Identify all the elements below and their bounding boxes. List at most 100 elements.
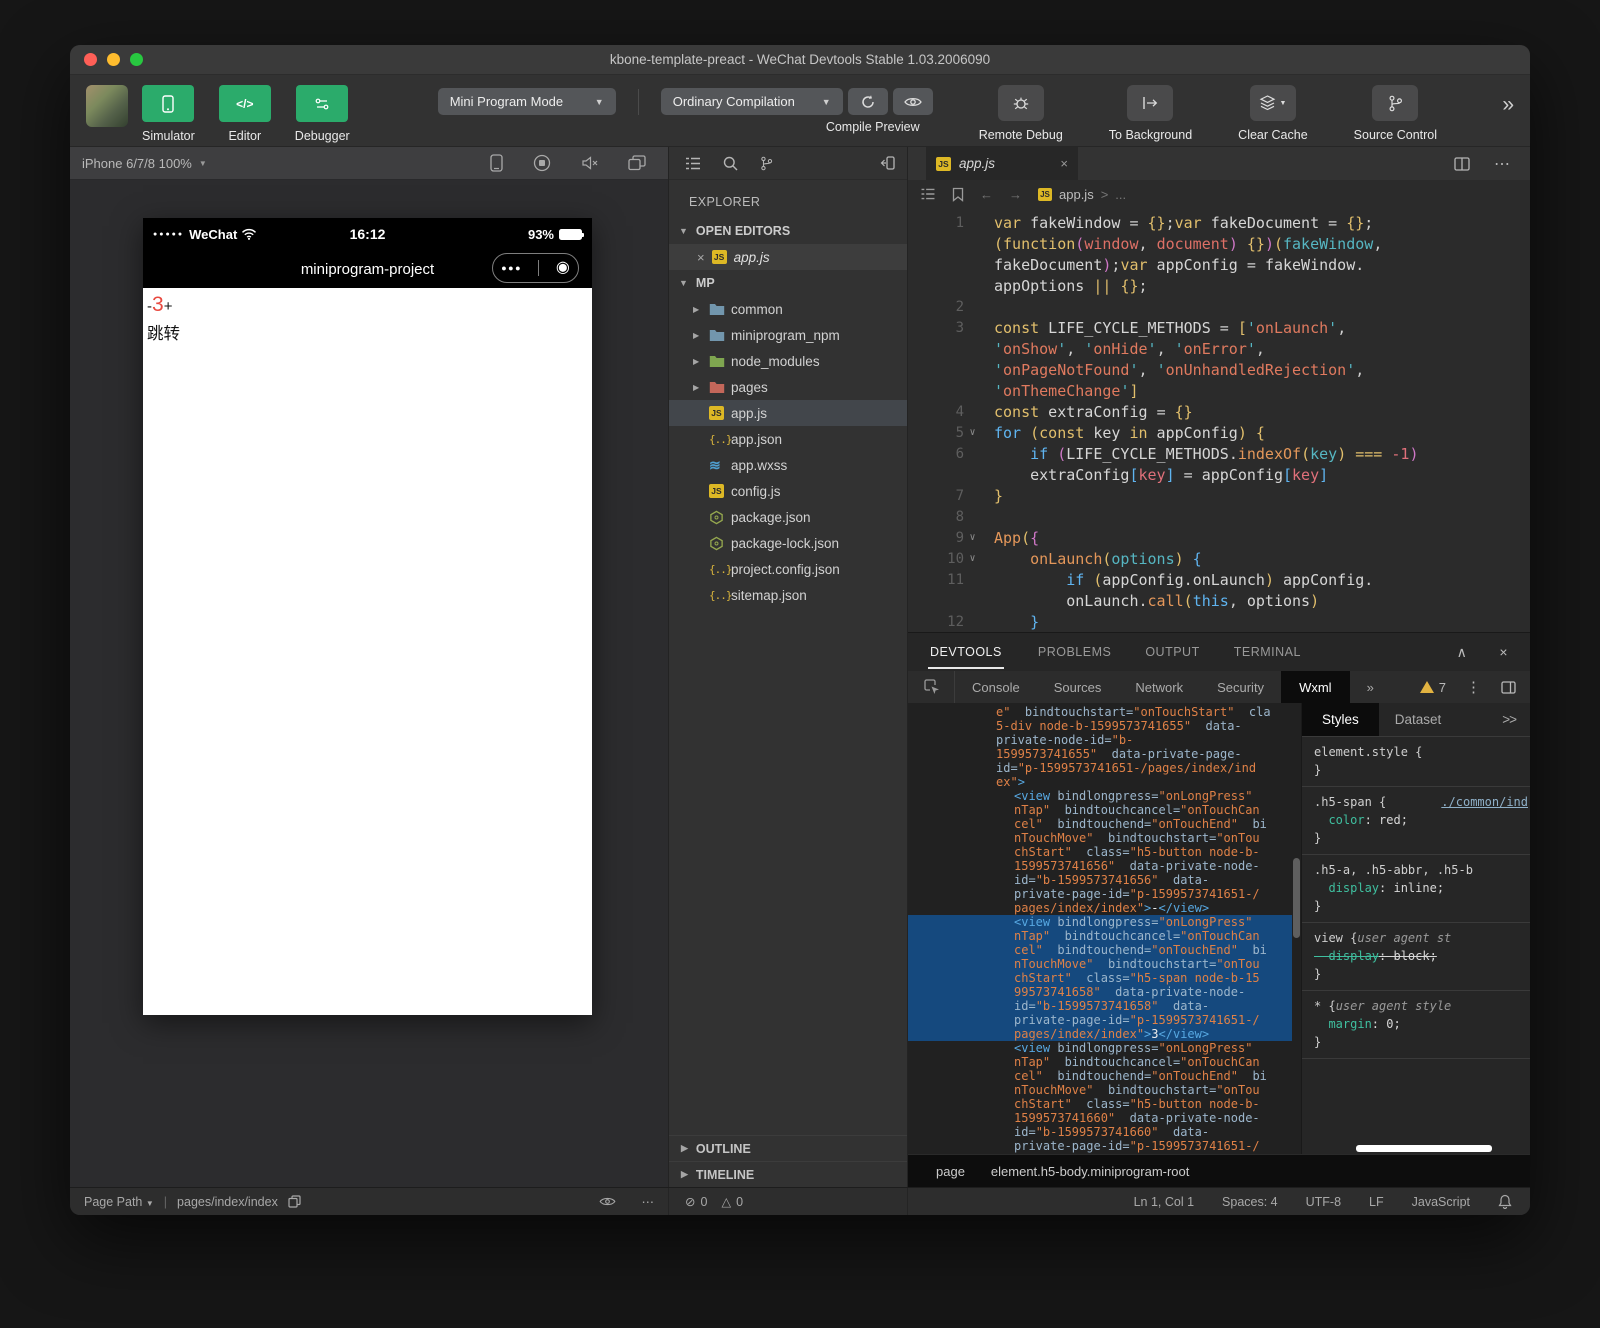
subtab-network[interactable]: Network [1118,671,1200,703]
code-row[interactable]: 'onPageNotFound', 'onUnhandledRejection'… [908,359,1530,380]
wxml-node-line[interactable]: cel" bindtouchend="onTouchEnd" bi [908,943,1292,957]
code-row[interactable]: 7} [908,485,1530,506]
split-editor-icon[interactable] [1454,157,1470,171]
breadcrumb-file[interactable]: JS app.js > ... [1038,187,1126,202]
code-editor[interactable]: 1var fakeWindow = {};var fakeDocument = … [908,208,1530,632]
user-avatar[interactable] [86,85,128,127]
code-row[interactable]: 6 if (LIFE_CYCLE_METHODS.indexOf(key) ==… [908,443,1530,464]
style-rule-line[interactable]: } [1302,829,1530,847]
wxml-node-line[interactable]: chStart" class="h5-span node-b-15 [908,971,1292,985]
code-row[interactable]: 11 if (appConfig.onLaunch) appConfig. [908,569,1530,590]
debugger-button[interactable] [296,85,348,122]
code-row[interactable]: 1var fakeWindow = {};var fakeDocument = … [908,212,1530,233]
eol-setting[interactable]: LF [1369,1195,1384,1209]
wxml-node-line[interactable]: private-page-id="p-1599573741651-/ [908,1139,1292,1153]
multi-window-icon[interactable] [628,155,646,171]
close-miniprogram-button[interactable]: ◉ [556,260,570,276]
style-rule-line[interactable]: * {user agent style [1302,997,1530,1015]
wxml-node-line[interactable]: 99573741658" data-private-node- [908,985,1292,999]
tab-output[interactable]: OUTPUT [1145,645,1199,659]
breadcrumb-page[interactable]: page [936,1164,965,1179]
copy-path-icon[interactable] [288,1195,301,1208]
compile-button[interactable] [848,88,888,115]
close-panel-icon[interactable]: × [1499,644,1508,661]
more-actions-icon[interactable]: ⋯ [1494,154,1510,174]
tab-devtools[interactable]: DEVTOOLS [928,635,1004,669]
wxml-node-line[interactable]: private-page-id="p-1599573741651-/ [908,1013,1292,1027]
mute-icon[interactable] [581,155,598,171]
to-background-group[interactable]: To Background [1109,85,1192,142]
simulator-toggle[interactable]: Simulator [142,85,195,143]
open-editors-header[interactable]: ▼ OPEN EDITORS [669,218,907,244]
clear-cache-button[interactable]: ▼ [1250,85,1296,121]
collapse-panel-icon[interactable]: ∧ [1457,644,1468,661]
style-rule-line[interactable]: display: inline; [1302,879,1530,897]
wxml-node-line[interactable]: cel" bindtouchend="onTouchEnd" bi [908,1069,1292,1083]
wxml-node-line[interactable]: nTap" bindtouchcancel="onTouchCan [908,929,1292,943]
bookmark-icon[interactable] [952,187,964,202]
code-row[interactable]: 4const extraConfig = {} [908,401,1530,422]
plus-button[interactable]: + [164,298,173,315]
toolbar-overflow-button[interactable]: » [1502,93,1514,117]
tab-styles[interactable]: Styles [1302,703,1379,736]
more-actions-icon[interactable]: ⋯ [642,1194,655,1209]
code-row[interactable]: (function(window, document) {})(fakeWind… [908,233,1530,254]
tree-item-config.js[interactable]: JSconfig.js [669,478,907,504]
tree-item-app.json[interactable]: {..}app.json [669,426,907,452]
bell-icon[interactable] [1498,1194,1512,1209]
search-icon[interactable] [723,156,738,171]
timeline-section[interactable]: ▶ TIMELINE [669,1161,907,1187]
editor-button[interactable]: </> [219,85,271,122]
tree-item-node_modules[interactable]: ▶node_modules [669,348,907,374]
code-row[interactable]: 2 [908,296,1530,317]
breadcrumb-element[interactable]: element.h5-body.miniprogram-root [991,1164,1189,1179]
wxml-node-line[interactable]: <view bindlongpress="onLongPress" [908,915,1292,929]
style-rule-line[interactable]: margin: 0; [1302,1015,1530,1033]
dock-side-icon[interactable] [1501,681,1516,694]
debugger-toggle[interactable]: Debugger [295,85,350,143]
tree-item-app.js[interactable]: JSapp.js [669,400,907,426]
style-rule-line[interactable]: } [1302,965,1530,983]
outline-list-icon[interactable] [685,157,701,170]
style-rule-line[interactable]: } [1302,1033,1530,1051]
code-row[interactable]: 12 } [908,611,1530,632]
wxml-node-line[interactable]: nTouchMove" bindtouchstart="onTou [908,831,1292,845]
statusbar-problems-section[interactable]: ⊘0 △0 [668,1188,908,1215]
compilation-dropdown[interactable]: Ordinary Compilation ▼ [661,88,843,115]
eye-icon[interactable] [599,1196,616,1207]
open-editor-item-appjs[interactable]: × JS app.js [669,244,907,270]
code-row[interactable]: appOptions || {}; [908,275,1530,296]
subtab-security[interactable]: Security [1200,671,1281,703]
tab-appjs[interactable]: JS app.js × [926,147,1078,180]
subtab-sources[interactable]: Sources [1037,671,1119,703]
style-rule-line[interactable]: view {user agent st [1302,929,1530,947]
outline-list-icon[interactable] [920,188,936,200]
wxml-node-line[interactable]: private-node-id="b- [908,733,1292,747]
tree-item-sitemap.json[interactable]: {..}sitemap.json [669,582,907,608]
tab-dataset[interactable]: Dataset [1379,703,1458,736]
code-row[interactable]: 10∨ onLaunch(options) { [908,548,1530,569]
subtab-overflow-icon[interactable]: » [1350,671,1391,703]
nav-forward-icon[interactable]: → [1009,187,1022,202]
close-editor-icon[interactable]: × [697,250,705,265]
language-mode[interactable]: JavaScript [1412,1195,1470,1209]
wxml-node-line[interactable]: nTap" bindtouchcancel="onTouchCan [908,1055,1292,1069]
tab-problems[interactable]: PROBLEMS [1038,645,1111,659]
wxml-node-line[interactable]: 5-div node-b-1599573741655" data- [908,719,1292,733]
wxml-node-line[interactable]: pages/index/index">3</view> [908,1027,1292,1041]
warning-badge[interactable]: 7 [1420,680,1446,695]
subtab-console[interactable]: Console [955,671,1037,703]
style-rule-line[interactable]: .h5-span {./common/ind [1302,793,1530,811]
style-rule-line[interactable]: .h5-a, .h5-abbr, .h5-b [1302,861,1530,879]
scrollbar-thumb[interactable] [1293,858,1300,938]
rotate-device-icon[interactable] [490,154,503,172]
tree-item-miniprogram_npm[interactable]: ▶miniprogram_npm [669,322,907,348]
wxml-node-line[interactable]: id="p-1599573741651-/pages/index/ind [908,761,1292,775]
mode-dropdown[interactable]: Mini Program Mode ▼ [438,88,616,115]
wxml-element-tree[interactable]: e" bindtouchstart="onTouchStart" cla5-di… [908,703,1292,1154]
device-selector[interactable]: iPhone 6/7/8 100% ▼ [82,156,207,171]
code-row[interactable]: 'onThemeChange'] [908,380,1530,401]
wxml-node-line[interactable]: <view bindlongpress="onLongPress" [908,789,1292,803]
wxml-scrollbar[interactable] [1292,703,1301,1154]
tree-item-app.wxss[interactable]: ≋app.wxss [669,452,907,478]
